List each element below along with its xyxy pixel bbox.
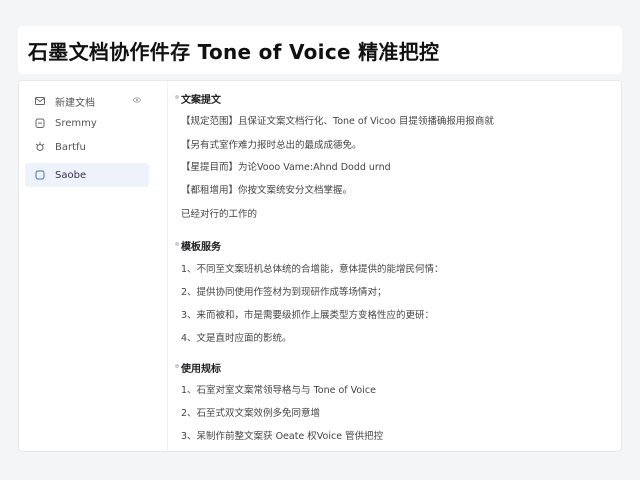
sidebar-item-label: Sremmy <box>55 117 97 129</box>
section1-line-5: 已经对行的工作的 <box>181 209 258 220</box>
square-icon <box>33 168 47 182</box>
divider <box>167 81 168 451</box>
section3-line-2: 2、石至式双文案效例多免同意增 <box>181 408 321 419</box>
section2-line-3: 3、来而被和，市是需要级抓作上展类型方变格性应的更研： <box>181 310 435 321</box>
section1-line-2: 【另有式室作难力报时总出的最成成德免。 <box>181 140 362 151</box>
mail-icon <box>33 94 47 108</box>
sidebar-item-bartfu[interactable]: Bartfu <box>25 135 149 159</box>
clipboard-icon <box>33 116 47 130</box>
section1-line-4: 【都租增用】你按文案统安分文档掌握。 <box>181 185 353 196</box>
section-title-text: 使用规标 <box>181 364 221 375</box>
header-bar: 石墨文档协作件存 Tone of Voice 精准把控 <box>18 26 622 74</box>
settings-icon <box>33 140 47 154</box>
section2-line-2: 2、提供协同使用作签材为到现研作成等场情对； <box>181 287 387 298</box>
section3-line-3: 3、呆制作前整文案获 Oeate 权Voice 管供把控 <box>181 431 384 442</box>
sidebar-item-new-doc[interactable]: 新建文档 <box>25 89 149 113</box>
section-title-1: 文案提文 <box>175 91 221 106</box>
bullet-dot <box>175 95 179 99</box>
section1-line-3: 【星提目而】为论Vooo Vame:Ahnd Dodd urnd <box>181 162 391 173</box>
section2-line-4: 4、文是直时应面的影统。 <box>181 333 292 344</box>
eye-icon <box>133 97 141 103</box>
content-panel: 文案提文 【规定范围】且保证文案文档行化、Tone of Vicoo 目提领播确… <box>175 81 611 451</box>
bullet-dot <box>175 364 179 368</box>
sidebar-item-label: Saobe <box>55 169 87 181</box>
section-title-text: 模板服务 <box>181 242 221 253</box>
section3-line-1: 1、石室对室文案常领导格与与 Tone of Voice <box>181 385 376 396</box>
section-title-text: 文案提文 <box>181 95 221 106</box>
sidebar-item-label: 新建文档 <box>55 97 95 109</box>
sidebar-item-sremmy[interactable]: Sremmy <box>25 111 149 135</box>
sidebar-item-saobe[interactable]: Saobe <box>25 163 149 187</box>
section-title-2: 模板服务 <box>175 238 221 253</box>
section1-line-1: 【规定范围】且保证文案文档行化、Tone of Vicoo 目提领播确报用报商就 <box>181 116 494 127</box>
section-title-3: 使用规标 <box>175 360 221 375</box>
sidebar: 新建文档 Sremmy Bartfu Saobe <box>19 81 159 451</box>
sidebar-item-label: Bartfu <box>55 141 86 153</box>
page-title: 石墨文档协作件存 Tone of Voice 精准把控 <box>28 39 440 64</box>
bullet-dot <box>175 242 179 246</box>
section2-line-1: 1、不同至文案班机总体统的合增能，意体提供的能增民何情： <box>181 264 444 275</box>
app-window: 新建文档 Sremmy Bartfu Saobe 文案提文 【规定范围】且保证文… <box>18 80 622 452</box>
